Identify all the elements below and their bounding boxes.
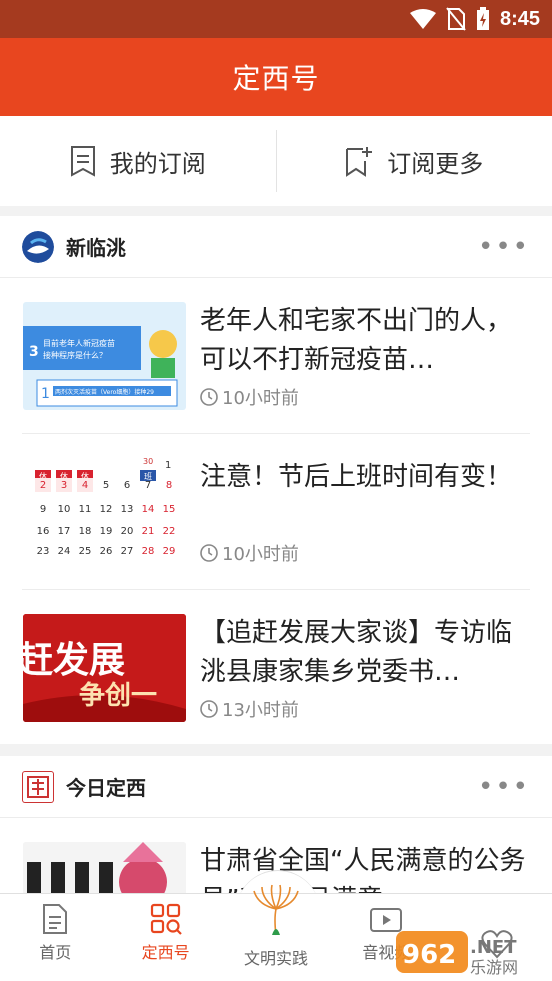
news-thumbnail: 30 1 休休休班 2 3 4 5 6 7 8 9 10 11 12 13 14 15 16 17 18 19 20 21 2… (23, 458, 186, 566)
document-icon (43, 904, 68, 934)
banner-text-1: 赶发展 (23, 640, 125, 681)
calendar-day: 19 (100, 526, 113, 537)
subscribe-more-button[interactable]: 订阅更多 (277, 116, 552, 206)
calendar-day: 14 (142, 504, 155, 515)
calendar-day: 7 (145, 480, 151, 491)
my-subscriptions-button[interactable]: 我的订阅 (0, 116, 276, 206)
news-item[interactable]: 3 目前老年人新冠疫苗 接种程序是什么？ 1 两剂次灭活疫苗（Vero细胞）接种… (22, 278, 530, 434)
svg-text:1: 1 (41, 386, 50, 402)
blurred-image (23, 842, 186, 893)
calendar-day: 5 (103, 480, 109, 491)
news-timestamp: 10小时前 (200, 384, 299, 410)
calendar-day: 6 (124, 480, 130, 491)
calendar-day: 18 (79, 526, 92, 537)
my-subscriptions-label: 我的订阅 (109, 149, 206, 178)
calendar-day: 21 (142, 526, 155, 537)
calendar-day: 9 (40, 504, 46, 515)
channel-section: 新临洮 ••• 3 目前老年人新冠疫苗 接种程序是什么？ 1 两剂次灭活疫苗（V… (0, 216, 552, 744)
banner-text-2: 争创一 (79, 681, 157, 711)
calendar-day: 13 (121, 504, 134, 515)
calendar-day: 28 (142, 546, 155, 557)
timestamp-label: 10小时前 (222, 388, 299, 409)
bookmark-add-icon (346, 147, 373, 177)
more-options-icon[interactable]: ••• (478, 232, 530, 262)
clock-icon (200, 388, 218, 406)
calendar-day: 26 (100, 546, 113, 557)
calendar-day: 4 (82, 480, 88, 491)
civilization-emblem-icon (253, 884, 299, 936)
battery-charging-icon (476, 7, 489, 30)
news-title: 【追赶发展大家谈】专访临洮县康家集乡党委书… (200, 618, 513, 687)
channel-header[interactable]: 今日定西 ••• (0, 756, 552, 818)
banner-image: 赶发展 争创一 (23, 614, 186, 722)
calendar-day: 20 (121, 526, 134, 537)
app-header: 定西号 (0, 38, 552, 116)
calendar-day: 24 (58, 546, 71, 557)
timestamp-label: 13小时前 (222, 700, 299, 721)
calendar-day: 11 (79, 504, 92, 515)
news-timestamp: 13小时前 (200, 696, 299, 722)
tab-home[interactable]: 首页 (0, 894, 110, 981)
news-title: 老年人和宅家不出门的人，可以不打新冠疫苗… (200, 306, 513, 375)
calendar-day: 23 (37, 546, 50, 557)
no-sim-icon (446, 7, 466, 31)
site-watermark: 962 .NET 乐游网 (396, 931, 518, 977)
news-item[interactable]: 赶发展 争创一 【追赶发展大家谈】专访临洮县康家集乡党委书… 13小时前 (22, 590, 530, 746)
calendar-day: 12 (100, 504, 113, 515)
calendar-day: 10 (58, 504, 71, 515)
calendar-day: 22 (163, 526, 176, 537)
calendar-day: 8 (166, 480, 172, 491)
more-options-icon[interactable]: ••• (478, 772, 530, 802)
channel-header[interactable]: 新临洮 ••• (0, 216, 552, 278)
tab-dingxihao[interactable]: 定西号 (110, 894, 220, 981)
channel-logo-icon (22, 770, 54, 803)
channel-name: 新临洮 (66, 236, 126, 260)
clock-icon (200, 544, 218, 562)
status-bar: 8:45 (0, 0, 552, 38)
news-thumbnail: 赶发展 争创一 (23, 614, 186, 722)
watermark-subtitle: 乐游网 (470, 958, 518, 977)
svg-text:目前老年人新冠疫苗: 目前老年人新冠疫苗 (43, 338, 115, 348)
subscription-bar: 我的订阅 订阅更多 (0, 116, 552, 206)
channel-name: 今日定西 (66, 776, 146, 800)
clock: 8:45 (499, 7, 540, 30)
subscribe-more-label: 订阅更多 (387, 149, 484, 178)
tab-civilization-practice[interactable]: 文明实践 (221, 884, 331, 981)
calendar-day: 2 (40, 480, 46, 491)
calendar-day: 30 (143, 458, 153, 466)
calendar-day: 27 (121, 546, 134, 557)
svg-text:接种程序是什么？: 接种程序是什么？ (43, 350, 107, 360)
channel-logo-icon (22, 230, 54, 263)
timestamp-label: 10小时前 (222, 544, 299, 565)
news-timestamp: 10小时前 (200, 540, 299, 566)
clock-icon (200, 700, 218, 718)
wifi-icon (409, 9, 436, 29)
grid-search-icon (150, 903, 182, 935)
news-item[interactable]: 30 1 休休休班 2 3 4 5 6 7 8 9 10 11 12 13 14 15 16 17 18 19 20 21 2… (22, 434, 530, 590)
page-title: 定西号 (232, 62, 320, 95)
calendar-day: 15 (163, 504, 176, 515)
svg-text:两剂次灭活疫苗（Vero细胞）接种29: 两剂次灭活疫苗（Vero细胞）接种29 (55, 388, 154, 396)
svg-text:962: 962 (402, 940, 456, 970)
news-thumbnail (23, 842, 186, 893)
tab-label: 首页 (39, 943, 72, 962)
calendar-day: 3 (61, 480, 67, 491)
calendar-day: 16 (37, 526, 50, 537)
news-thumbnail: 3 目前老年人新冠疫苗 接种程序是什么？ 1 两剂次灭活疫苗（Vero细胞）接种… (23, 302, 186, 410)
calendar-day: 29 (163, 546, 176, 557)
tab-label: 定西号 (141, 943, 190, 962)
vaccine-infographic-image: 3 目前老年人新冠疫苗 接种程序是什么？ 1 两剂次灭活疫苗（Vero细胞）接种… (23, 326, 178, 407)
news-title: 注意！节后上班时间有变！ (200, 462, 513, 492)
bookmark-list-icon (70, 146, 95, 177)
svg-text:.NET: .NET (470, 937, 517, 958)
calendar-day: 1 (165, 460, 171, 471)
tab-label: 文明实践 (244, 949, 309, 968)
calendar-day: 17 (58, 526, 71, 537)
calendar-image: 30 1休休休班2 3 4 5 6 7 89 10 11 12 13 14 1516 17 18 19 20 21 2… (35, 458, 176, 557)
infographic-number: 3 (29, 344, 39, 360)
calendar-day: 25 (79, 546, 92, 557)
